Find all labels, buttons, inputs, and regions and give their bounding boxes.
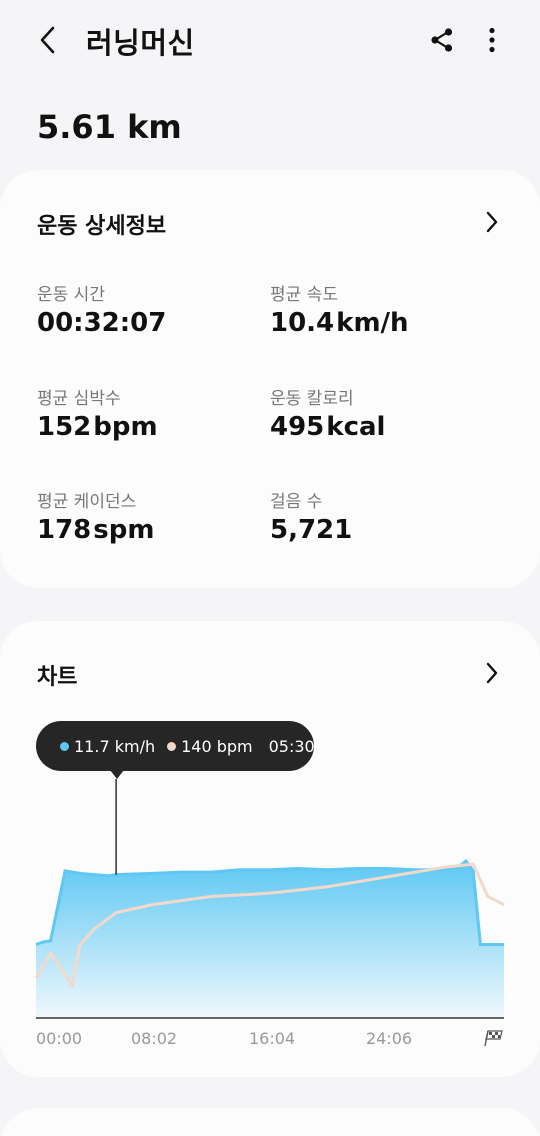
chart-title: 차트 bbox=[37, 665, 78, 690]
tooltip-speed: 11.7 km/h bbox=[60, 737, 155, 756]
stat-label: 운동 시간 bbox=[37, 285, 105, 305]
share-button[interactable] bbox=[424, 22, 460, 58]
chart-chevron[interactable] bbox=[478, 659, 506, 687]
tooltip-time-value: 05:30 bbox=[268, 736, 315, 756]
x-tick-label: 00:00 bbox=[36, 1029, 83, 1048]
page-title: 러닝머신 bbox=[86, 26, 195, 60]
stat-avg-speed: 평균 속도 10.4km/h bbox=[270, 280, 409, 338]
stat-label: 평균 속도 bbox=[270, 285, 338, 305]
tooltip-time: 05:30 bbox=[269, 737, 315, 756]
heart-rate-dot-icon bbox=[167, 741, 177, 751]
stat-avg-cadence: 평균 케이던스 178spm bbox=[37, 487, 154, 545]
speed-dot-icon bbox=[60, 741, 69, 751]
chart-tooltip: 11.7 km/h 140 bpm 05:30 bbox=[36, 721, 315, 771]
chevron-right-icon bbox=[486, 662, 498, 684]
stat-label: 걸음 수 bbox=[270, 492, 323, 512]
next-card bbox=[0, 1108, 540, 1136]
tooltip-heart-rate: 140 bpm bbox=[167, 737, 253, 756]
stat-label: 평균 심박수 bbox=[37, 389, 121, 409]
workout-details-chevron[interactable] bbox=[478, 208, 506, 236]
stat-value: 10.4km/h bbox=[270, 308, 409, 338]
chevron-right-icon bbox=[486, 211, 498, 233]
stat-value: 495kcal bbox=[270, 412, 386, 442]
x-tick-label: 24:06 bbox=[366, 1029, 413, 1048]
app-bar: 러닝머신 bbox=[0, 0, 540, 80]
stat-value: 00:32:07 bbox=[37, 308, 167, 338]
workout-details-title: 운동 상세정보 bbox=[37, 214, 167, 239]
x-tick-label: 16:04 bbox=[249, 1029, 296, 1048]
speed-area bbox=[36, 861, 504, 1018]
chevron-left-icon bbox=[40, 26, 55, 54]
stat-steps: 걸음 수 5,721 bbox=[270, 487, 352, 545]
checkered-flag-icon bbox=[484, 1030, 503, 1047]
back-button[interactable] bbox=[30, 22, 66, 58]
stat-calories: 운동 칼로리 495kcal bbox=[270, 384, 385, 442]
stat-value: 152bpm bbox=[37, 412, 158, 442]
x-tick-label: 08:02 bbox=[131, 1029, 178, 1048]
tooltip-tail bbox=[110, 770, 124, 779]
more-options-button[interactable] bbox=[474, 22, 510, 58]
total-distance: 5.61 km bbox=[37, 108, 182, 146]
stat-value: 178spm bbox=[37, 515, 155, 545]
tooltip-speed-value: 11.7 km/h bbox=[74, 736, 156, 756]
tooltip-heart-rate-value: 140 bpm bbox=[181, 736, 253, 756]
share-icon bbox=[431, 28, 453, 52]
more-vertical-icon bbox=[489, 27, 495, 53]
chart-card[interactable]: 차트 11.7 km/h 140 bpm 05:30 00:00 08:02 1… bbox=[0, 621, 540, 1077]
workout-details-card[interactable]: 운동 상세정보 운동 시간 00:32:07 평균 속도 10.4km/h 평균… bbox=[0, 170, 540, 588]
stat-value: 5,721 bbox=[270, 515, 353, 545]
stat-avg-heart-rate: 평균 심박수 152bpm bbox=[37, 384, 158, 442]
stat-label: 운동 칼로리 bbox=[270, 389, 354, 409]
stat-duration: 운동 시간 00:32:07 bbox=[37, 280, 166, 338]
stat-label: 평균 케이던스 bbox=[37, 492, 137, 512]
